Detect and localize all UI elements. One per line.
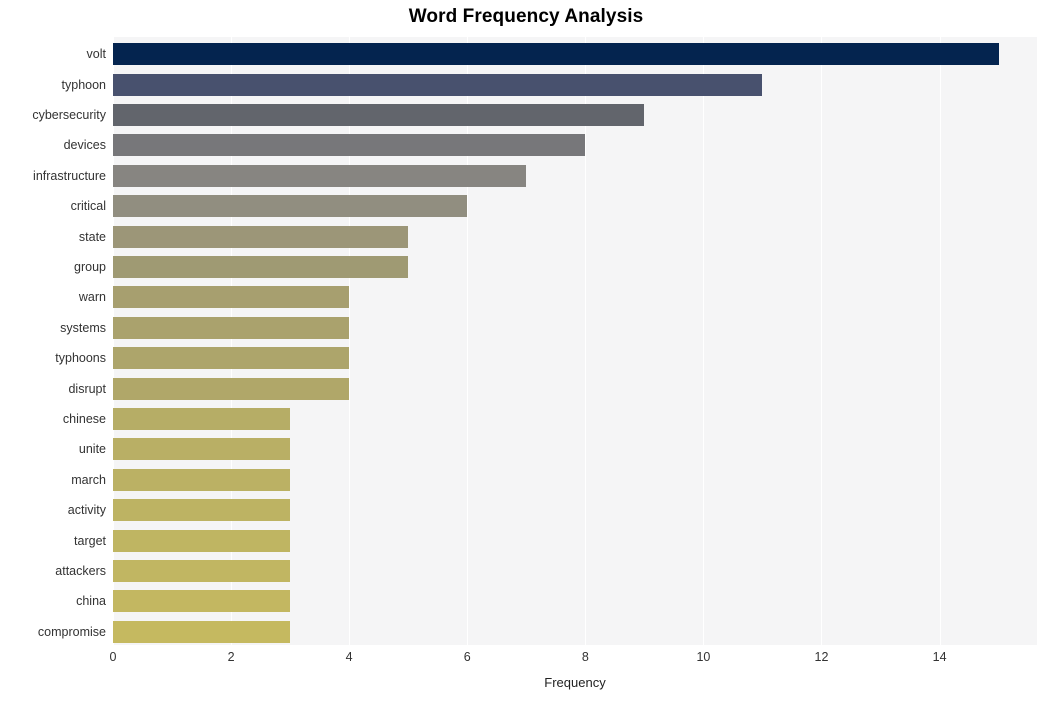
y-tick-label-activity: activity <box>67 503 106 518</box>
bar-chinese[interactable] <box>113 408 291 430</box>
y-tick-label-devices: devices <box>63 138 106 153</box>
y-tick-label-volt: volt <box>86 47 106 62</box>
y-tick-label-unite: unite <box>78 442 106 457</box>
bar-cybersecurity[interactable] <box>113 104 645 126</box>
bar-critical[interactable] <box>113 195 468 218</box>
gridline-vertical <box>821 37 823 645</box>
gridline-vertical <box>939 37 941 645</box>
y-tick-label-compromise: compromise <box>37 624 106 639</box>
bar-compromise[interactable] <box>113 620 291 643</box>
y-tick-label-march: march <box>71 472 106 487</box>
gridline-vertical <box>467 37 469 645</box>
gridline-vertical <box>349 37 351 645</box>
x-tick-label-14: 14 <box>932 650 947 664</box>
y-axis-tick-labels: volt typhoon cybersecurity devices infrastru… <box>0 37 106 645</box>
gridline-vertical <box>231 37 233 645</box>
x-axis-title: Frequency <box>544 675 606 690</box>
y-tick-label-disrupt: disrupt <box>68 381 106 396</box>
bar-group[interactable] <box>113 256 409 278</box>
y-tick-label-china: china <box>76 594 106 609</box>
bar-typhoons[interactable] <box>113 347 350 370</box>
bar-infrastructure[interactable] <box>113 164 527 187</box>
bar-devices[interactable] <box>113 134 586 157</box>
x-tick-label-2: 2 <box>227 650 235 664</box>
x-tick-label-10: 10 <box>696 650 711 664</box>
y-tick-label-chinese: chinese <box>62 412 106 426</box>
bar-systems[interactable] <box>113 316 350 339</box>
bar-state[interactable] <box>113 225 409 248</box>
y-tick-label-target: target <box>74 533 106 548</box>
x-tick-label-6: 6 <box>463 650 471 664</box>
y-tick-label-group: group <box>74 260 106 274</box>
bar-china[interactable] <box>113 590 291 613</box>
y-tick-label-typhoons: typhoons <box>55 351 106 366</box>
gridline-vertical <box>113 37 114 645</box>
bar-activity[interactable] <box>113 499 291 522</box>
gridline-vertical <box>585 37 587 645</box>
y-tick-label-cybersecurity: cybersecurity <box>32 108 106 122</box>
bar-march[interactable] <box>113 468 291 491</box>
plot-area <box>113 37 1037 645</box>
gridline-vertical <box>703 37 705 645</box>
x-tick-label-12: 12 <box>814 650 829 664</box>
bar-unite[interactable] <box>113 438 291 461</box>
chart-figure: Word Frequency Analysis volt typhoon cyber… <box>0 0 1052 701</box>
x-tick-label-4: 4 <box>345 650 353 664</box>
y-tick-label-typhoon: typhoon <box>61 77 106 92</box>
y-tick-label-attackers: attackers <box>55 564 106 578</box>
x-axis-tick-labels: 0 2 4 6 8 10 12 14 <box>0 650 1052 670</box>
x-tick-label-0: 0 <box>109 650 117 664</box>
bar-target[interactable] <box>113 529 291 552</box>
y-tick-label-systems: systems <box>60 320 106 335</box>
y-tick-label-warn: warn <box>78 290 106 305</box>
y-tick-label-critical: critical <box>70 199 106 214</box>
y-tick-label-state: state <box>78 229 106 244</box>
x-tick-label-8: 8 <box>581 650 589 664</box>
bar-attackers[interactable] <box>113 560 291 582</box>
bar-typhoon[interactable] <box>113 73 763 96</box>
bar-volt[interactable] <box>113 43 999 66</box>
y-tick-label-infrastructure: infrastructure <box>33 168 106 183</box>
bar-warn[interactable] <box>113 286 350 309</box>
bar-disrupt[interactable] <box>113 377 350 400</box>
chart-title: Word Frequency Analysis <box>408 6 644 27</box>
